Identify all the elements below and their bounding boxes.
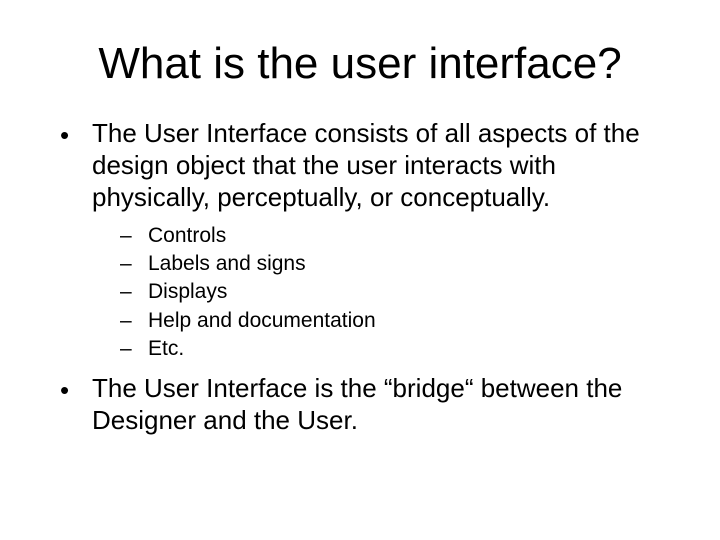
dash-icon: – [120, 307, 148, 335]
sub-bullet-text: Help and documentation [148, 307, 376, 335]
bullet-text: The User Interface consists of all aspec… [92, 118, 670, 213]
dash-icon: – [120, 222, 148, 250]
dash-icon: – [120, 250, 148, 278]
dash-icon: – [120, 335, 148, 363]
bullet-dot-icon: • [60, 375, 92, 438]
dash-icon: – [120, 278, 148, 306]
sub-bullet-text: Labels and signs [148, 250, 306, 278]
sub-bullet-item: – Labels and signs [120, 250, 670, 278]
sub-bullet-item: – Controls [120, 222, 670, 250]
bullet-item: • The User Interface consists of all asp… [60, 118, 670, 213]
bullet-list: • The User Interface is the “bridge“ bet… [60, 373, 670, 436]
bullet-item: • The User Interface is the “bridge“ bet… [60, 373, 670, 436]
bullet-dot-icon: • [60, 120, 92, 215]
sub-bullet-item: – Displays [120, 278, 670, 306]
sub-bullet-list: – Controls – Labels and signs – Displays… [120, 222, 670, 364]
sub-bullet-text: Controls [148, 222, 226, 250]
bullet-text: The User Interface is the “bridge“ betwe… [92, 373, 670, 436]
sub-bullet-text: Etc. [148, 335, 184, 363]
sub-bullet-item: – Etc. [120, 335, 670, 363]
sub-bullet-item: – Help and documentation [120, 307, 670, 335]
slide-title: What is the user interface? [50, 40, 670, 88]
bullet-list: • The User Interface consists of all asp… [60, 118, 670, 213]
sub-bullet-text: Displays [148, 278, 227, 306]
slide: What is the user interface? • The User I… [0, 0, 720, 540]
